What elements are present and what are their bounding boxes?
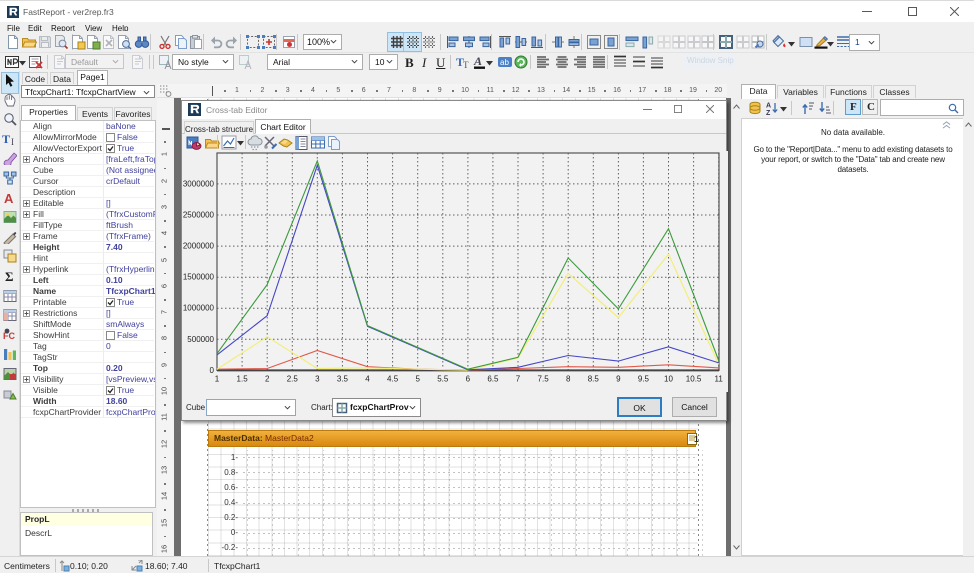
svg-text:I: I [11, 137, 14, 146]
svg-text:2000000: 2000000 [183, 242, 215, 251]
svg-text:Σ: Σ [5, 269, 14, 283]
svg-text:3000000: 3000000 [183, 179, 215, 188]
svg-text:4.5: 4.5 [387, 374, 399, 383]
svg-text:A: A [4, 191, 14, 205]
svg-text:T: T [463, 60, 469, 70]
svg-text:2.5: 2.5 [287, 374, 299, 383]
svg-text:2: 2 [265, 374, 270, 383]
svg-text:ab: ab [500, 58, 509, 67]
svg-text:9: 9 [616, 374, 621, 383]
svg-text:7.5: 7.5 [538, 374, 550, 383]
svg-text:11: 11 [715, 374, 724, 383]
svg-text:FC: FC [3, 331, 15, 341]
svg-text:1500000: 1500000 [183, 273, 215, 282]
svg-text:6.5: 6.5 [487, 374, 499, 383]
svg-text:A: A [473, 54, 482, 68]
svg-text:1000000: 1000000 [183, 304, 215, 313]
svg-text:5: 5 [415, 374, 420, 383]
svg-text:3: 3 [315, 374, 320, 383]
svg-text:T: T [2, 132, 10, 146]
svg-text:9.5: 9.5 [638, 374, 650, 383]
svg-text:10.5: 10.5 [686, 374, 702, 383]
svg-text:1: 1 [215, 374, 220, 383]
svg-text:1.5: 1.5 [237, 374, 249, 383]
svg-text:500000: 500000 [187, 335, 214, 344]
svg-text:10: 10 [664, 374, 673, 383]
svg-text:3.5: 3.5 [337, 374, 349, 383]
svg-text:8: 8 [566, 374, 571, 383]
svg-text:5.5: 5.5 [437, 374, 449, 383]
svg-text:7: 7 [516, 374, 521, 383]
svg-text:8.5: 8.5 [588, 374, 600, 383]
svg-text:A: A [766, 103, 771, 110]
svg-text:6: 6 [466, 374, 471, 383]
svg-text:4: 4 [365, 374, 370, 383]
svg-text:2500000: 2500000 [183, 211, 215, 220]
svg-text:Z: Z [766, 110, 771, 115]
